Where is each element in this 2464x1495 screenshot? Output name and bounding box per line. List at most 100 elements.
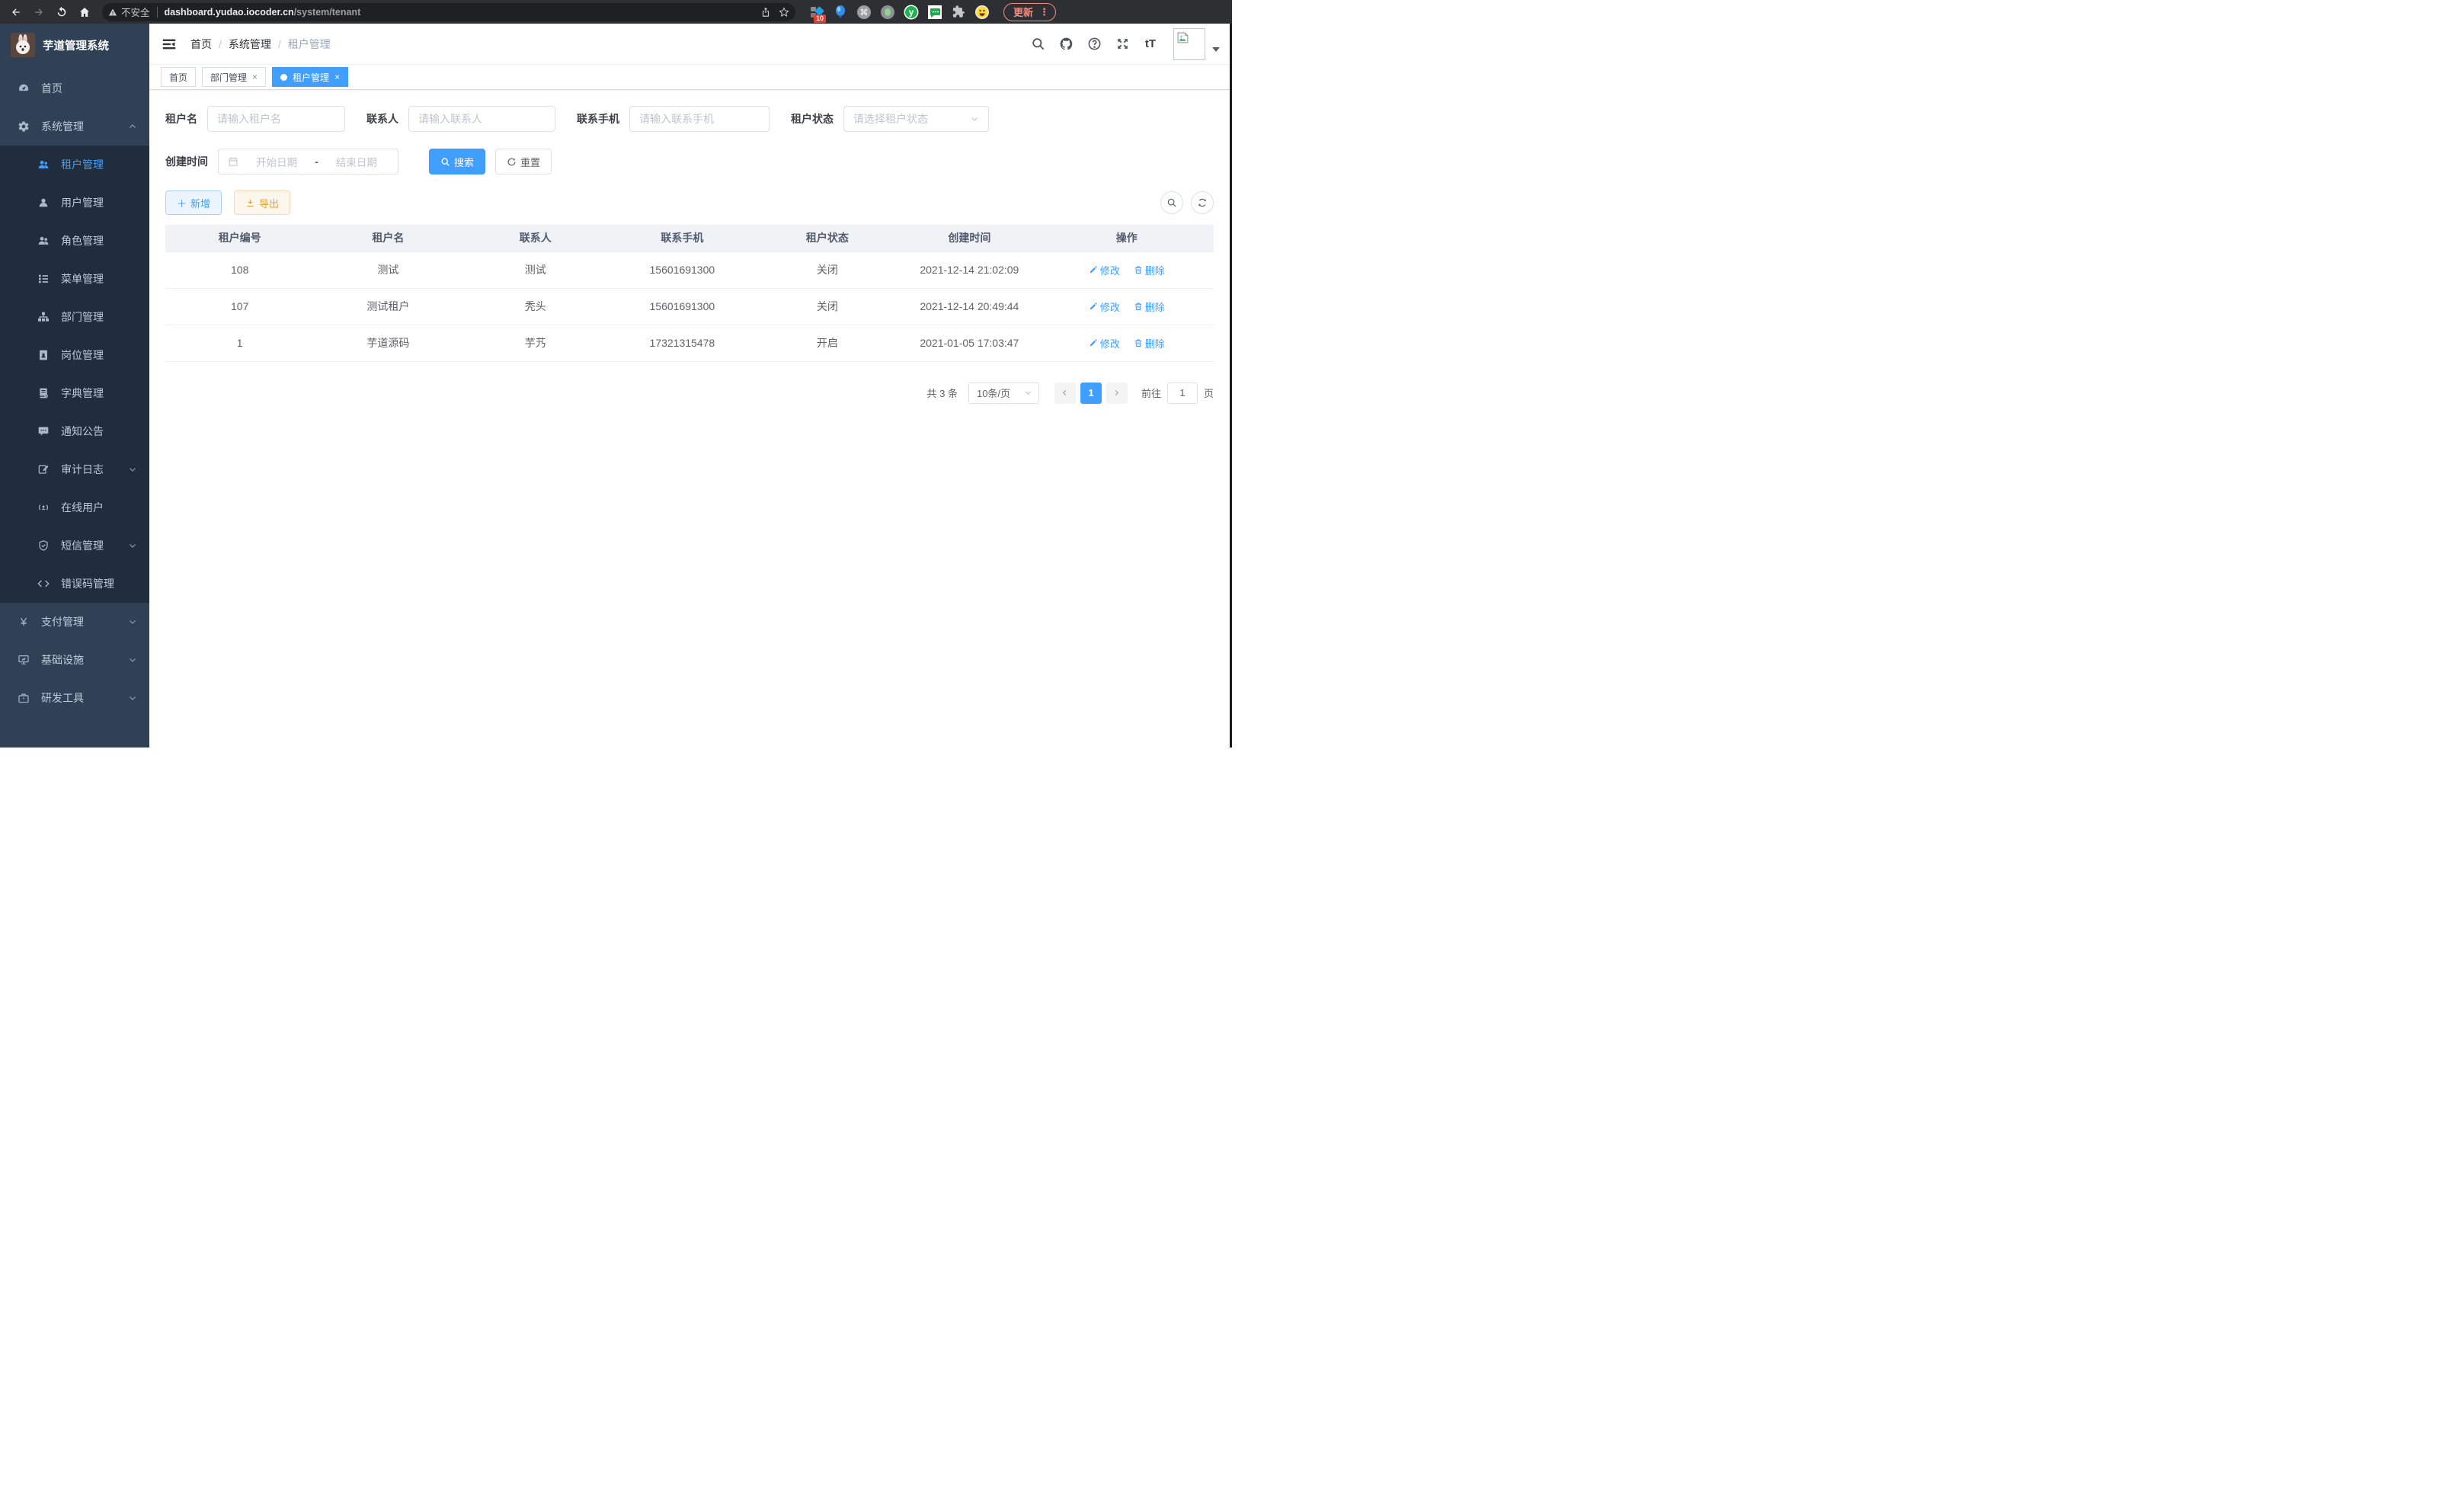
extension-icon-tabs[interactable]: 10 <box>809 5 824 20</box>
sidebar-item-infrastructure[interactable]: 基础设施 <box>0 641 149 679</box>
status-select[interactable]: 请选择租户状态 <box>843 106 989 132</box>
extension-icon-recorder[interactable] <box>880 5 895 20</box>
col-header-id: 租户编号 <box>165 225 314 251</box>
delete-link[interactable]: 删除 <box>1134 263 1165 277</box>
sidebar-item-tenant[interactable]: 租户管理 <box>0 146 149 184</box>
sidebar-item-dict[interactable]: 字典管理 <box>0 374 149 412</box>
extension-icon-chat[interactable] <box>927 5 942 20</box>
cell-status: 关闭 <box>756 251 900 288</box>
tab-home[interactable]: 首页 <box>161 67 196 87</box>
window-scrollbar-edge[interactable] <box>1230 24 1232 748</box>
sidebar-item-system[interactable]: 系统管理 <box>0 107 149 146</box>
export-button[interactable]: 导出 <box>234 190 290 215</box>
search-button[interactable]: 搜索 <box>429 149 485 174</box>
next-page-button[interactable] <box>1106 383 1128 404</box>
cell-mobile: 15601691300 <box>609 251 756 288</box>
delete-link[interactable]: 删除 <box>1134 336 1165 351</box>
chevron-down-icon <box>128 693 137 703</box>
delete-label: 删除 <box>1145 299 1165 314</box>
omnibox-divider <box>157 7 158 18</box>
sidebar-item-user[interactable]: 用户管理 <box>0 184 149 222</box>
table-header-row: 租户编号 租户名 联系人 联系手机 租户状态 创建时间 操作 <box>165 225 1214 251</box>
refresh-table-button[interactable] <box>1191 191 1214 214</box>
browser-home-icon[interactable] <box>75 2 94 22</box>
sidebar-item-online-user[interactable]: 在线用户 <box>0 488 149 527</box>
share-icon[interactable] <box>760 7 771 18</box>
sidebar-item-dept[interactable]: 部门管理 <box>0 298 149 336</box>
edit-label: 修改 <box>1100 299 1120 314</box>
help-icon[interactable] <box>1086 36 1102 53</box>
tab-tenant[interactable]: 租户管理 × <box>272 67 348 87</box>
edit-link[interactable]: 修改 <box>1089 336 1120 351</box>
sidebar-item-post[interactable]: 岗位管理 <box>0 336 149 374</box>
extension-icon-command[interactable]: ⌘ <box>856 5 872 20</box>
tenant-name-input[interactable] <box>217 113 335 125</box>
font-size-icon[interactable]: tT <box>1142 36 1159 53</box>
bookmark-star-icon[interactable] <box>779 7 789 18</box>
sidebar-fold-icon[interactable] <box>161 36 178 53</box>
edit-link[interactable]: 修改 <box>1089 299 1120 314</box>
extension-icon-emoji[interactable] <box>974 5 990 20</box>
pagination: 共 3 条 10条/页 1 前往 页 <box>165 383 1214 404</box>
browser-update-button[interactable]: 更新 ⋮ <box>1003 3 1056 21</box>
github-icon[interactable] <box>1058 36 1074 53</box>
cell-id: 108 <box>165 251 314 288</box>
close-icon[interactable]: × <box>252 72 258 82</box>
sidebar-item-menu[interactable]: 菜单管理 <box>0 260 149 298</box>
breadcrumb-system[interactable]: 系统管理 <box>229 37 271 52</box>
users-icon <box>37 158 50 171</box>
sidebar-item-label: 基础设施 <box>41 652 84 667</box>
extensions-puzzle-icon[interactable] <box>951 5 966 20</box>
toggle-search-button[interactable] <box>1160 191 1183 214</box>
cell-status: 关闭 <box>756 288 900 325</box>
tab-dept[interactable]: 部门管理 × <box>202 67 266 87</box>
user-avatar-dropdown[interactable] <box>1173 28 1220 60</box>
cell-id: 1 <box>165 325 314 361</box>
sidebar-logo[interactable]: 芋道管理系统 <box>0 24 149 66</box>
mobile-input[interactable] <box>639 113 760 125</box>
address-bar[interactable]: 不安全 dashboard.yudao.iocoder.cn/system/te… <box>102 3 795 21</box>
breadcrumb-separator: / <box>278 38 281 50</box>
sidebar-item-notice[interactable]: 通知公告 <box>0 412 149 450</box>
browser-forward-icon[interactable] <box>29 2 49 22</box>
sidebar-item-sms[interactable]: 短信管理 <box>0 527 149 565</box>
sidebar-item-audit-log[interactable]: 审计日志 <box>0 450 149 488</box>
browser-reload-icon[interactable] <box>52 2 72 22</box>
page-size-select[interactable]: 10条/页 <box>968 383 1039 404</box>
sidebar-item-role[interactable]: 角色管理 <box>0 222 149 260</box>
fullscreen-icon[interactable] <box>1114 36 1131 53</box>
caret-down-icon <box>1212 47 1220 52</box>
delete-link[interactable]: 删除 <box>1134 299 1165 314</box>
add-button[interactable]: ＋ 新增 <box>165 190 222 215</box>
close-icon[interactable]: × <box>334 72 340 82</box>
cell-contact: 测试 <box>462 251 609 288</box>
sidebar-item-error-code[interactable]: 错误码管理 <box>0 565 149 603</box>
not-secure-warning[interactable]: 不安全 <box>108 5 150 19</box>
prev-page-button[interactable] <box>1054 383 1076 404</box>
sidebar-item-dev-tools[interactable]: 研发工具 <box>0 679 149 717</box>
date-range-picker[interactable]: 开始日期 - 结束日期 <box>218 149 398 174</box>
breadcrumb-home[interactable]: 首页 <box>190 37 212 52</box>
search-icon[interactable] <box>1029 36 1046 53</box>
active-dot <box>280 74 287 81</box>
briefcase-icon <box>17 691 30 705</box>
extension-icon-balloon[interactable] <box>833 5 848 20</box>
refresh-icon <box>1197 197 1208 208</box>
chevron-left-icon <box>1061 389 1069 397</box>
browser-menu-icon[interactable]: ⋮ <box>1039 6 1049 18</box>
sidebar-item-payment[interactable]: ¥ 支付管理 <box>0 603 149 641</box>
goto-page-input[interactable] <box>1167 383 1198 404</box>
sidebar-item-home[interactable]: 首页 <box>0 69 149 107</box>
edit-link[interactable]: 修改 <box>1089 263 1120 277</box>
reset-button[interactable]: 重置 <box>495 149 552 174</box>
contact-input[interactable] <box>418 113 546 125</box>
breadcrumb-current: 租户管理 <box>288 37 331 52</box>
browser-back-icon[interactable] <box>6 2 26 22</box>
extension-icon-y-logo[interactable]: y <box>904 5 919 20</box>
trash-icon <box>1134 302 1143 311</box>
sidebar-menu: 首页 系统管理 租户管理 用户管理 <box>0 66 149 717</box>
table-tools <box>1160 191 1214 214</box>
search-icon <box>440 157 450 167</box>
page-number-button[interactable]: 1 <box>1080 383 1102 404</box>
col-header-status: 租户状态 <box>756 225 900 251</box>
